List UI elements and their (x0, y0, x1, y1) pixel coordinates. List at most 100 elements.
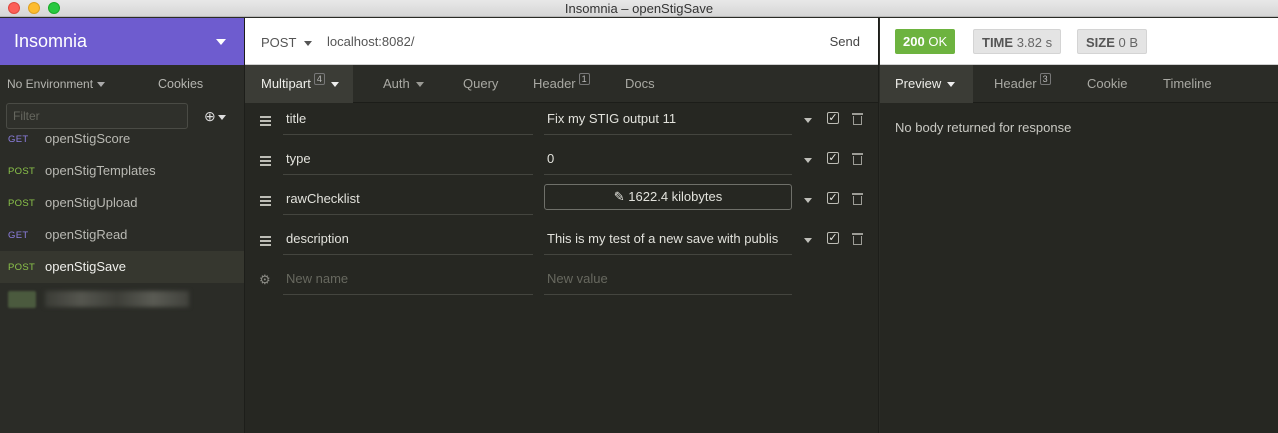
request-item-active[interactable]: POST openStigSave (0, 251, 244, 283)
file-size-label: 1622.4 kilobytes (628, 189, 723, 204)
tab-label: Auth (383, 76, 410, 91)
response-pane: 200 OK TIME 3.82 s SIZE 0 B Preview Head… (880, 18, 1278, 433)
checkbox-checked-icon[interactable]: ✓ (827, 112, 839, 124)
tab-auth[interactable]: Auth (383, 65, 424, 103)
send-button[interactable]: Send (830, 34, 860, 49)
trash-icon[interactable] (852, 232, 863, 245)
plus-circle-icon: ⊕ (204, 108, 216, 124)
field-name-input[interactable]: description (283, 223, 533, 255)
chevron-down-icon[interactable] (804, 238, 812, 243)
tab-cookie[interactable]: Cookie (1087, 65, 1127, 103)
request-method: GET (8, 230, 29, 241)
chevron-down-icon (216, 39, 226, 45)
size-badge: SIZE 0 B (1077, 29, 1148, 54)
trash-icon[interactable] (852, 192, 863, 205)
request-item[interactable]: POST openStigTemplates (0, 155, 244, 187)
request-tabs: Multipart 4 Auth Query Header 1 Docs (245, 65, 878, 103)
time-value: 3.82 s (1016, 35, 1053, 50)
tab-count: 4 (313, 73, 325, 85)
gear-icon: ⚙ (259, 272, 271, 287)
edit-icon: ✎ (613, 189, 625, 204)
redacted-method (8, 291, 36, 308)
request-list: GET openStigScore POST openStigTemplates… (0, 123, 244, 315)
chevron-down-icon (217, 114, 226, 120)
tab-body[interactable]: Multipart 4 (245, 65, 353, 103)
checkbox-checked-icon[interactable]: ✓ (827, 232, 839, 244)
chevron-down-icon (415, 82, 424, 88)
field-value-input[interactable]: Fix my STIG output 11 (544, 103, 792, 135)
tab-count: 1 (578, 73, 590, 85)
field-value-input[interactable]: 0 (544, 143, 792, 175)
chevron-down-icon (304, 41, 313, 47)
redacted-request-item[interactable] (0, 283, 244, 315)
cookies-button[interactable]: Cookies (158, 77, 203, 91)
field-name-input[interactable]: type (283, 143, 533, 175)
method-label: POST (261, 35, 297, 50)
checkbox-checked-icon[interactable]: ✓ (827, 192, 839, 204)
chevron-down-icon (97, 82, 106, 88)
form-row: rawChecklist ✎ 1622.4 kilobytes ✓ (245, 183, 879, 223)
request-item[interactable]: POST openStigUpload (0, 187, 244, 219)
request-name: openStigScore (45, 131, 131, 146)
chevron-down-icon[interactable] (804, 198, 812, 203)
drag-handle-icon[interactable] (260, 116, 271, 126)
drag-handle-icon[interactable] (260, 156, 271, 166)
url-bar: POST localhost:8082/ Send (245, 18, 878, 65)
workspace-menu[interactable]: Insomnia (0, 18, 244, 65)
tab-query[interactable]: Query (463, 65, 498, 103)
form-row: type 0 ✓ (245, 143, 879, 183)
redacted-name (45, 291, 189, 307)
time-badge: TIME 3.82 s (973, 29, 1062, 54)
request-name: openStigTemplates (45, 163, 156, 178)
request-method: POST (8, 166, 36, 177)
form-row: title Fix my STIG output 11 ✓ (245, 103, 879, 143)
request-name: openStigRead (45, 227, 128, 242)
trash-icon[interactable] (852, 112, 863, 125)
environment-label: No Environment (7, 77, 94, 91)
response-body-message: No body returned for response (895, 120, 1072, 135)
tab-label: Header (533, 76, 576, 91)
form-row-new: ⚙ New name New value (245, 263, 879, 303)
response-meta-bar: 200 OK TIME 3.82 s SIZE 0 B (880, 18, 1278, 65)
chevron-down-icon (330, 82, 339, 88)
file-select-button[interactable]: ✎ 1622.4 kilobytes (544, 184, 792, 210)
new-name-input[interactable]: New name (283, 263, 533, 295)
status-badge: 200 OK (895, 29, 956, 54)
response-tabs: Preview Header 3 Cookie Timeline (880, 65, 1278, 103)
size-value: 0 B (1118, 35, 1139, 50)
field-name-input[interactable]: rawChecklist (283, 183, 533, 215)
window-title: Insomnia – openStigSave (564, 1, 714, 16)
tab-label: Multipart (261, 76, 311, 91)
request-item[interactable]: GET openStigRead (0, 219, 244, 251)
form-row: description This is my test of a new sav… (245, 223, 879, 263)
tab-timeline[interactable]: Timeline (1163, 65, 1212, 103)
request-name: openStigSave (45, 259, 126, 274)
request-method: POST (8, 262, 36, 273)
tab-header[interactable]: Header 1 (533, 65, 590, 103)
status-text: OK (928, 34, 948, 49)
new-value-input[interactable]: New value (544, 263, 792, 295)
chevron-down-icon[interactable] (804, 158, 812, 163)
tab-response-header[interactable]: Header 3 (994, 65, 1051, 103)
size-label: SIZE (1086, 35, 1115, 50)
request-name: openStigUpload (45, 195, 138, 210)
chevron-down-icon[interactable] (804, 118, 812, 123)
url-input[interactable]: localhost:8082/ (327, 34, 414, 49)
checkbox-checked-icon[interactable]: ✓ (827, 152, 839, 164)
multipart-form: title Fix my STIG output 11 ✓ type 0 ✓ r… (245, 103, 879, 303)
field-name-input[interactable]: title (283, 103, 533, 135)
tab-label: Header (994, 76, 1037, 91)
trash-icon[interactable] (852, 152, 863, 165)
request-item[interactable]: GET openStigScore (0, 123, 244, 155)
tab-docs[interactable]: Docs (625, 65, 655, 103)
field-value-input[interactable]: This is my test of a new save with publi… (544, 223, 792, 255)
tab-preview[interactable]: Preview (880, 65, 974, 103)
method-dropdown[interactable]: POST (261, 35, 313, 50)
status-code: 200 (903, 34, 925, 49)
tab-label: Preview (895, 76, 942, 91)
drag-handle-icon[interactable] (260, 236, 271, 246)
tab-count: 3 (1039, 73, 1051, 85)
drag-handle-icon[interactable] (260, 196, 271, 206)
environment-dropdown[interactable]: No Environment (7, 77, 106, 91)
time-label: TIME (982, 35, 1014, 50)
